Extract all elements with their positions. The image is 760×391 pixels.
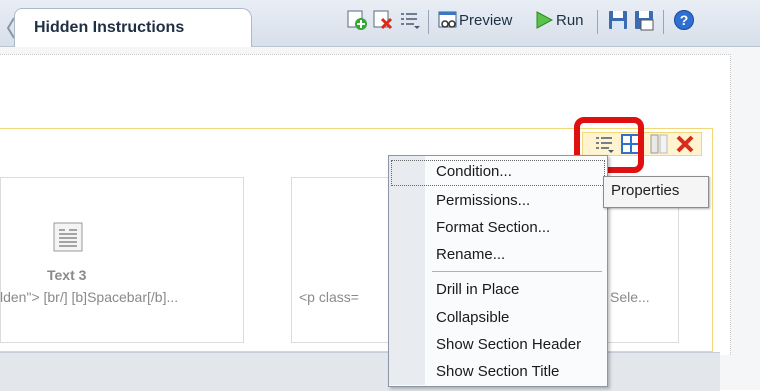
save-as-icon[interactable] bbox=[633, 9, 655, 31]
toolbar-separator bbox=[428, 10, 429, 34]
run-icon[interactable] bbox=[533, 9, 555, 31]
menu-item-show-section-title[interactable]: Show Section Title bbox=[436, 363, 559, 380]
text-item-icon bbox=[53, 222, 83, 252]
content-card[interactable] bbox=[0, 177, 244, 343]
card-title: Text 3 bbox=[47, 267, 87, 283]
menu-item-condition[interactable]: Condition... bbox=[436, 163, 512, 180]
card-snippet: Sele... bbox=[610, 289, 650, 305]
menu-item-permissions[interactable]: Permissions... bbox=[436, 192, 530, 209]
help-icon[interactable]: ? bbox=[673, 9, 695, 31]
preview-button[interactable]: Preview bbox=[459, 12, 512, 29]
delete-section-icon[interactable] bbox=[372, 9, 394, 31]
card-snippet: <p class= bbox=[299, 289, 359, 305]
toolbar-separator bbox=[663, 10, 664, 34]
menu-item-drill-in-place[interactable]: Drill in Place bbox=[436, 281, 519, 298]
next-section-strip bbox=[0, 352, 720, 391]
context-menu-gutter bbox=[389, 156, 425, 385]
toolbar-separator bbox=[597, 10, 598, 34]
menu-separator bbox=[432, 271, 602, 272]
preview-icon[interactable] bbox=[437, 9, 459, 31]
svg-text:?: ? bbox=[680, 12, 689, 28]
menu-item-collapsible[interactable]: Collapsible bbox=[436, 309, 509, 326]
column-icon[interactable] bbox=[648, 133, 670, 155]
properties-list-icon[interactable] bbox=[398, 9, 420, 31]
save-icon[interactable] bbox=[607, 9, 629, 31]
run-button[interactable]: Run bbox=[556, 12, 584, 29]
menu-item-show-section-header[interactable]: Show Section Header bbox=[436, 336, 581, 353]
tooltip-text: Properties bbox=[611, 182, 680, 199]
menu-item-format-section[interactable]: Format Section... bbox=[436, 219, 550, 236]
tab-title: Hidden Instructions bbox=[34, 19, 185, 36]
delete-icon[interactable] bbox=[674, 133, 696, 155]
card-snippet: lden"> [br/] [b]Spacebar[/b]... bbox=[0, 289, 179, 305]
insert-section-icon[interactable] bbox=[346, 9, 368, 31]
menu-item-rename[interactable]: Rename... bbox=[436, 246, 505, 263]
